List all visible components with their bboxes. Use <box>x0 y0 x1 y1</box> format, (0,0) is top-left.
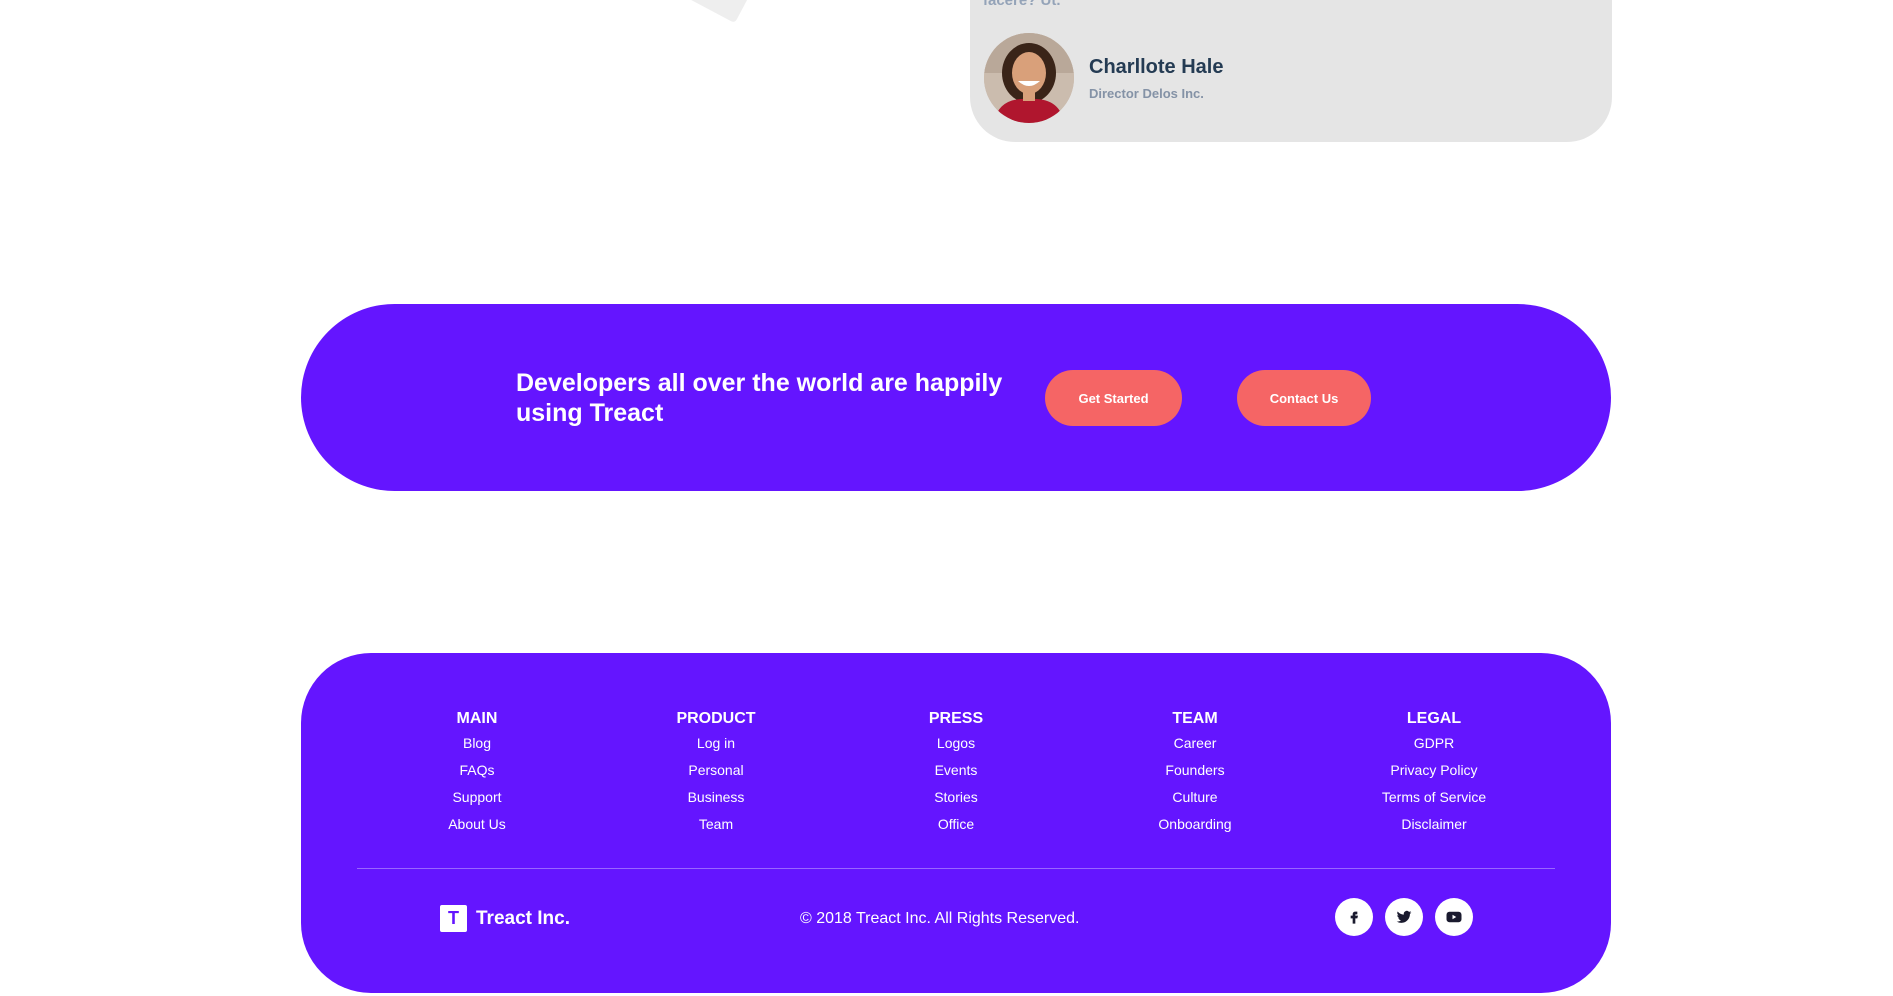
footer-column-heading: TEAM <box>1172 710 1218 727</box>
testimonial-quote: facere? Ut. <box>983 0 1061 9</box>
footer-column-main: MAIN Blog FAQs Support About Us <box>377 708 577 838</box>
facebook-icon[interactable] <box>1335 898 1373 936</box>
footer-column-heading: PRODUCT <box>676 710 756 727</box>
footer-link-team[interactable]: Team <box>616 811 816 838</box>
footer-link-logos[interactable]: Logos <box>856 730 1056 757</box>
youtube-icon[interactable] <box>1435 898 1473 936</box>
footer-link-culture[interactable]: Culture <box>1095 784 1295 811</box>
footer-column-press: PRESS Logos Events Stories Office <box>856 708 1056 838</box>
footer-link-business[interactable]: Business <box>616 784 816 811</box>
footer-link-stories[interactable]: Stories <box>856 784 1056 811</box>
footer-link-terms-of-service[interactable]: Terms of Service <box>1334 784 1534 811</box>
illustration-fragment <box>685 0 751 24</box>
testimonial-author-title: Director Delos Inc. <box>1089 86 1204 101</box>
footer-link-log-in[interactable]: Log in <box>616 730 816 757</box>
testimonial-author-name: Charllote Hale <box>1089 56 1224 78</box>
copyright-text: © 2018 Treact Inc. All Rights Reserved. <box>800 910 1080 927</box>
footer-link-faqs[interactable]: FAQs <box>377 757 577 784</box>
footer-link-events[interactable]: Events <box>856 757 1056 784</box>
footer-link-personal[interactable]: Personal <box>616 757 816 784</box>
brand-name[interactable]: Treact Inc. <box>476 905 570 932</box>
footer-link-onboarding[interactable]: Onboarding <box>1095 811 1295 838</box>
footer-link-blog[interactable]: Blog <box>377 730 577 757</box>
footer-column-heading: MAIN <box>456 710 498 727</box>
footer-column-team: TEAM Career Founders Culture Onboarding <box>1095 708 1295 838</box>
contact-us-button[interactable]: Contact Us <box>1237 370 1371 426</box>
avatar <box>984 33 1074 123</box>
footer-link-privacy-policy[interactable]: Privacy Policy <box>1334 757 1534 784</box>
logo-icon: T <box>440 905 467 932</box>
footer-column-legal: LEGAL GDPR Privacy Policy Terms of Servi… <box>1334 708 1534 838</box>
footer-link-about-us[interactable]: About Us <box>377 811 577 838</box>
footer-link-founders[interactable]: Founders <box>1095 757 1295 784</box>
footer-divider <box>357 868 1555 869</box>
footer-link-disclaimer[interactable]: Disclaimer <box>1334 811 1534 838</box>
footer-column-heading: PRESS <box>928 710 984 727</box>
footer-column-product: PRODUCT Log in Personal Business Team <box>616 708 816 838</box>
footer-link-office[interactable]: Office <box>856 811 1056 838</box>
get-started-button[interactable]: Get Started <box>1045 370 1182 426</box>
footer-link-career[interactable]: Career <box>1095 730 1295 757</box>
footer-link-support[interactable]: Support <box>377 784 577 811</box>
footer-link-gdpr[interactable]: GDPR <box>1334 730 1534 757</box>
twitter-icon[interactable] <box>1385 898 1423 936</box>
footer-column-heading: LEGAL <box>1406 710 1462 727</box>
cta-headline: Developers all over the world are happil… <box>516 369 1003 427</box>
